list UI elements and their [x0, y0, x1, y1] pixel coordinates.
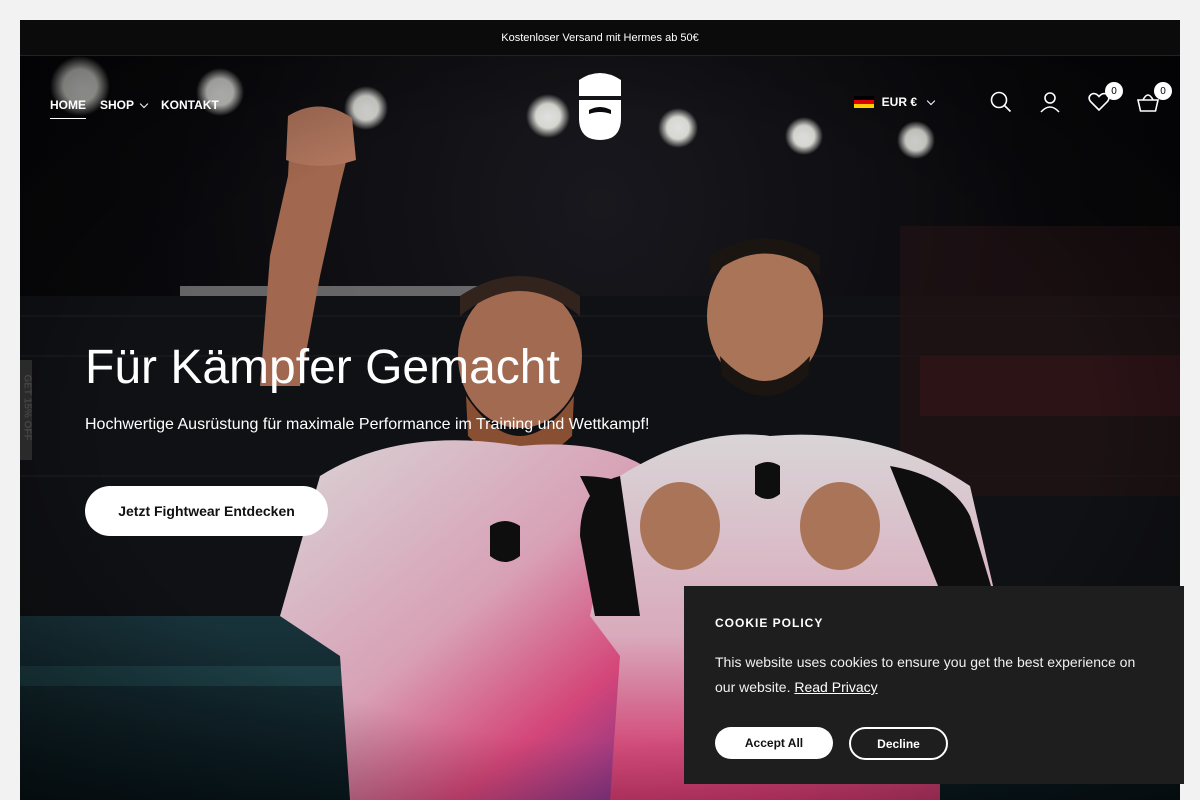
announcement-text: Kostenloser Versand mit Hermes ab 50€ — [501, 31, 699, 44]
hero-cta-button[interactable]: Jetzt Fightwear Entdecken — [85, 486, 328, 536]
logo[interactable] — [575, 70, 625, 142]
main-nav: HOME SHOP KONTAKT — [50, 98, 219, 119]
account-button[interactable] — [1038, 90, 1062, 114]
search-icon — [990, 91, 1012, 113]
wishlist-button[interactable]: 0 — [1087, 82, 1123, 114]
chevron-down-icon — [139, 99, 149, 108]
cookie-text: This website uses cookies to ensure you … — [715, 650, 1153, 700]
currency-selector[interactable]: EUR € — [853, 95, 936, 109]
header-tools: EUR € 0 0 — [853, 82, 1172, 114]
wishlist-count-badge: 0 — [1105, 82, 1123, 100]
cookie-message: This website uses cookies to ensure you … — [715, 654, 1136, 695]
currency-label: EUR € — [881, 95, 917, 109]
read-privacy-link[interactable]: Read Privacy — [794, 679, 877, 695]
nav-shop-label: SHOP — [100, 98, 135, 112]
hero-title: Für Kämpfer Gemacht — [85, 341, 560, 394]
discount-side-tab[interactable]: GET 15% OFF — [20, 360, 33, 460]
announcement-bar: Kostenloser Versand mit Hermes ab 50€ — [20, 20, 1180, 56]
chevron-down-icon — [926, 96, 936, 105]
cookie-popup: COOKIE POLICY This website uses cookies … — [684, 586, 1184, 784]
site-header: HOME SHOP KONTAKT EUR € 0 0 — [20, 56, 1180, 156]
cart-button[interactable]: 0 — [1136, 82, 1172, 114]
search-button[interactable] — [989, 90, 1013, 114]
accept-all-button[interactable]: Accept All — [715, 727, 833, 759]
nav-contact-link[interactable]: KONTAKT — [161, 98, 219, 112]
user-icon — [1040, 92, 1060, 113]
bearded-man-logo-icon — [579, 73, 621, 140]
decline-button[interactable]: Decline — [849, 727, 948, 760]
nav-shop-link[interactable]: SHOP — [100, 98, 149, 112]
germany-flag-icon — [853, 96, 874, 108]
cart-count-badge: 0 — [1154, 82, 1172, 100]
hero-subtitle: Hochwertige Ausrüstung für maximale Perf… — [85, 416, 650, 433]
cookie-actions: Accept All Decline — [715, 727, 948, 760]
nav-home-link[interactable]: HOME — [50, 98, 86, 119]
cookie-title: COOKIE POLICY — [715, 616, 824, 630]
discount-tab-label: GET 15% OFF — [21, 374, 33, 441]
